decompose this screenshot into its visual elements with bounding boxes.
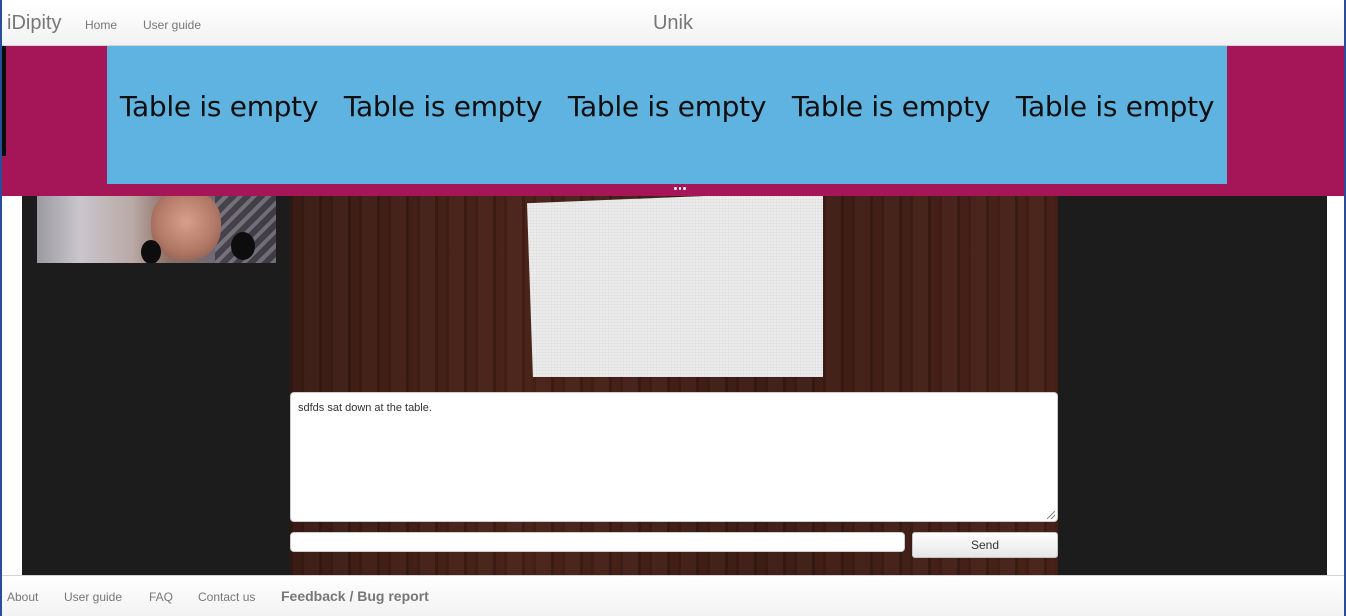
top-navbar: iDipity Home User guide Unik — [2, 3, 1344, 46]
webcam-video — [37, 196, 276, 263]
webcam-face — [151, 196, 221, 260]
headset-right — [231, 232, 255, 260]
footer-feedback-link[interactable]: Feedback / Bug report — [281, 588, 429, 604]
footer-about-link[interactable]: About — [7, 590, 38, 604]
handle-dot — [674, 187, 677, 190]
resize-grip-icon[interactable] — [1047, 511, 1055, 519]
page-title: Unik — [652, 12, 693, 34]
tables-banner: Table is empty Table is empty Table is e… — [2, 46, 1344, 196]
handle-dot — [678, 187, 682, 190]
table-cloth — [527, 196, 823, 377]
chat-log[interactable]: sdfds sat down at the table. — [290, 392, 1058, 522]
footer-contact-link[interactable]: Contact us — [198, 590, 255, 604]
footer-faq-link[interactable]: FAQ — [149, 590, 173, 604]
table-slot-2[interactable]: Table is empty — [331, 90, 555, 123]
table-slot-5[interactable]: Table is empty — [1003, 90, 1227, 123]
tables-panel: Table is empty Table is empty Table is e… — [107, 46, 1227, 184]
footer-user-guide-link[interactable]: User guide — [64, 590, 122, 604]
headset-left — [141, 240, 161, 263]
table-slot-3[interactable]: Table is empty — [555, 90, 779, 123]
table-slot-1[interactable]: Table is empty — [107, 90, 331, 123]
handle-dot — [683, 187, 687, 190]
table-slot-4[interactable]: Table is empty — [779, 90, 1003, 123]
chat-message: sdfds sat down at the table. — [298, 402, 432, 414]
chat-input[interactable] — [290, 532, 905, 552]
send-button[interactable]: Send — [912, 532, 1058, 558]
banner-edge — [2, 46, 6, 156]
footer: About User guide FAQ Contact us Feedback… — [2, 575, 1344, 616]
dots-handle-icon[interactable] — [674, 187, 687, 191]
